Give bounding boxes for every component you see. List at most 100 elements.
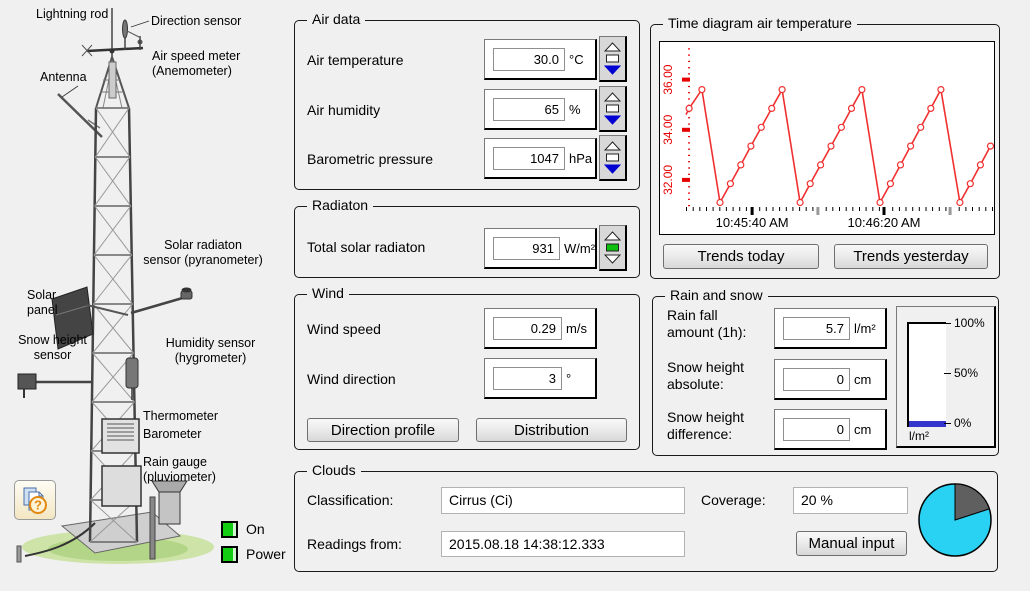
humidity-sensor-shape [126, 358, 138, 388]
rain-fall-display: 5.7 l/m² [774, 308, 887, 349]
svg-text:36.00: 36.00 [661, 64, 675, 94]
data-point-marker [849, 105, 855, 111]
total-solar-radiation-unit: W/m² [564, 238, 595, 259]
data-point-marker [699, 87, 705, 93]
weather-station-window: Lightning rod Direction sensor Air speed… [0, 0, 1030, 591]
trends-today-button[interactable]: Trends today [663, 244, 819, 269]
barometric-pressure-spinner[interactable] [599, 135, 627, 181]
temperature-chart: 32.0034.0036.0010:45:40 AM10:46:20 AM [659, 41, 995, 235]
data-point-marker [838, 124, 844, 130]
data-point-marker [957, 200, 963, 206]
data-point-marker [748, 143, 754, 149]
data-point-marker [818, 162, 824, 168]
tank-tick-100 [944, 323, 951, 324]
led-on-toggle[interactable] [221, 521, 238, 538]
barometric-pressure-value[interactable]: 1047 [493, 147, 565, 170]
data-point-marker [738, 162, 744, 168]
data-point-marker [988, 143, 994, 149]
wind-speed-value: 0.29 [493, 317, 562, 340]
svg-text:?: ? [34, 498, 42, 513]
snow-difference-display: 0 cm [774, 409, 887, 450]
crossarm [87, 48, 143, 51]
wind-vane [123, 20, 128, 38]
direction-profile-button[interactable]: Direction profile [307, 418, 459, 442]
snow-sensor-head [18, 374, 36, 389]
wind-speed-unit: m/s [566, 318, 587, 339]
readings-from-label: Readings from: [307, 536, 402, 553]
label-rain-gauge: Rain gauge (pluviometer) [143, 455, 216, 485]
data-point-marker [967, 181, 973, 187]
cloud-coverage-pie-chart [915, 480, 995, 560]
spinner-arrows-icon [604, 92, 621, 126]
data-point-marker [797, 200, 803, 206]
snow-difference-value: 0 [783, 418, 850, 441]
total-solar-radiation-value[interactable]: 931 [493, 237, 560, 260]
snow-absolute-display: 0 cm [774, 359, 887, 400]
callout-line [131, 21, 149, 27]
data-point-marker [828, 143, 834, 149]
label-humidity-sensor: Humidity sensor (hygrometer) [148, 336, 273, 366]
data-point-marker [887, 181, 893, 187]
radiation-group: Radiaton Total solar radiaton 931 W/m² [294, 206, 640, 278]
wind-direction-value: 3 [493, 367, 562, 390]
coverage-label: Coverage: [701, 492, 766, 509]
snow-difference-label: Snow height difference: [667, 409, 744, 443]
led-power-label: Power [246, 546, 286, 563]
rain-gauge-pole [150, 497, 155, 559]
data-point-marker [898, 162, 904, 168]
cable-post [17, 546, 21, 562]
classification-label: Classification: [307, 492, 393, 509]
rain-tank [907, 322, 946, 427]
snow-difference-unit: cm [854, 419, 871, 440]
barometric-pressure-unit: hPa [569, 148, 592, 169]
manual-input-button[interactable]: Manual input [796, 531, 907, 556]
led-power-toggle[interactable] [221, 546, 238, 563]
label-thermometer: Thermometer [143, 409, 218, 424]
distribution-button[interactable]: Distribution [476, 418, 627, 442]
classification-field: Cirrus (Ci) [441, 487, 685, 514]
air-humidity-spinner[interactable] [599, 86, 627, 132]
air-temperature-display: 30.0 °C [484, 39, 597, 80]
label-antenna: Antenna [40, 70, 87, 85]
data-point-marker [727, 181, 733, 187]
label-air-speed-meter: Air speed meter (Anemometer) [152, 49, 240, 79]
pyranometer-arm [131, 297, 186, 313]
help-button[interactable]: ? [14, 480, 56, 520]
tank-label-0: 0% [954, 417, 971, 429]
svg-text:10:46:20 AM: 10:46:20 AM [848, 215, 921, 230]
snow-absolute-value: 0 [783, 368, 850, 391]
data-point-marker [859, 87, 865, 93]
center-tube [109, 62, 116, 98]
data-point-marker [938, 87, 944, 93]
air-temperature-value[interactable]: 30.0 [493, 48, 565, 71]
label-direction-sensor: Direction sensor [151, 14, 241, 29]
label-pyranometer: Solar radiaton sensor (pyranometer) [122, 238, 284, 268]
wind-direction-display: 3 ° [484, 358, 597, 399]
air-humidity-label: Air humidity [307, 102, 380, 119]
label-snow-height-sensor: Snow height sensor [5, 333, 100, 363]
wind-title: Wind [307, 285, 349, 301]
air-humidity-value[interactable]: 65 [493, 98, 565, 121]
led-on-label: On [246, 521, 265, 538]
total-solar-radiation-spinner[interactable] [599, 225, 627, 271]
wind-direction-label: Wind direction [307, 371, 396, 388]
data-point-marker [807, 181, 813, 187]
data-point-marker [769, 105, 775, 111]
radiation-title: Radiaton [307, 197, 373, 213]
air-humidity-unit: % [569, 99, 581, 120]
air-temperature-spinner[interactable] [599, 36, 627, 82]
rain-cabinet [102, 466, 141, 506]
temperature-chart-svg: 32.0034.0036.0010:45:40 AM10:46:20 AM [660, 42, 994, 234]
tank-tick-0 [944, 423, 951, 424]
snow-absolute-label: Snow height absolute: [667, 359, 744, 393]
spinner-arrows-icon [604, 42, 621, 76]
data-point-marker [918, 124, 924, 130]
snow-absolute-unit: cm [854, 369, 871, 390]
total-solar-radiation-display: 931 W/m² [484, 228, 597, 269]
trends-yesterday-button[interactable]: Trends yesterday [834, 244, 988, 269]
label-lightning-rod: Lightning rod [36, 7, 108, 22]
label-solar-panel: Solar panel [27, 288, 58, 318]
wind-direction-unit: ° [566, 368, 571, 389]
time-diagram-group: Time diagram air temperature 32.0034.003… [650, 24, 1000, 279]
spinner-arrows-icon [604, 141, 621, 175]
